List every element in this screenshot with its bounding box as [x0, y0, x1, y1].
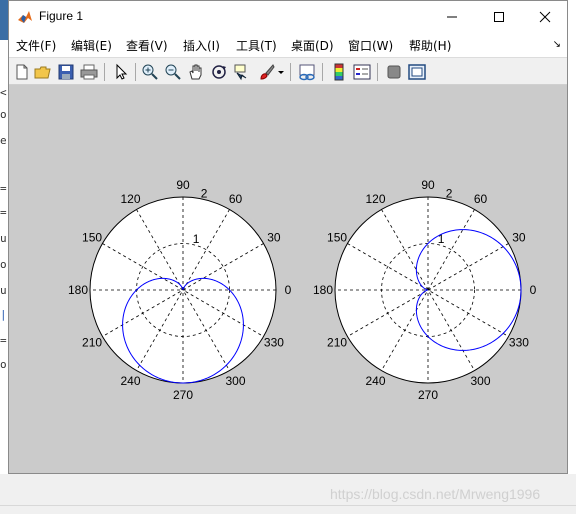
menu-bar: 文件(F) 编辑(E) 查看(V) 插入(I) 工具(T) 桌面(D) 窗口(W…	[9, 33, 567, 57]
bg-fragment: =	[0, 182, 7, 195]
bg-fragment: u	[0, 284, 7, 297]
menu-overflow-arrow-icon[interactable]: ↘	[553, 39, 561, 50]
radial-label: 2	[201, 186, 208, 200]
radial-label: 2	[446, 186, 453, 200]
figure-window: Figure 1 文件(F) 编辑(E) 查看(V) 插入(I) 工具(T) 桌…	[8, 0, 568, 474]
toolbar-separator	[135, 63, 136, 81]
angle-label: 60	[474, 192, 488, 206]
colorbar-icon[interactable]	[330, 63, 348, 81]
angle-label: 30	[512, 231, 526, 245]
angle-label: 270	[418, 388, 438, 402]
angle-label: 120	[365, 192, 385, 206]
angle-label: 180	[68, 283, 88, 297]
save-icon[interactable]	[57, 63, 75, 81]
watermark-text: https://blog.csdn.net/Mrweng1996	[330, 486, 541, 502]
show-plot-tools-icon[interactable]	[408, 63, 426, 81]
window-title: Figure 1	[39, 9, 84, 23]
zoom-in-icon[interactable]	[141, 63, 159, 81]
background-right-strip	[568, 0, 576, 514]
bg-fragment: o	[0, 358, 7, 371]
data-cursor-icon[interactable]	[233, 63, 251, 81]
rotate-3d-icon[interactable]	[210, 63, 228, 81]
maximize-icon	[494, 12, 504, 22]
title-bar[interactable]: Figure 1	[9, 1, 567, 33]
brush-dropdown-icon[interactable]	[277, 63, 285, 81]
menu-tools[interactable]: 工具(T)	[236, 37, 277, 54]
bg-fragment: o	[0, 258, 7, 271]
angle-label: 240	[365, 374, 385, 388]
polar-plot-right[interactable]: 030609012015018021024027030033012	[300, 85, 540, 405]
maximize-button[interactable]	[476, 1, 522, 33]
hide-plot-tools-icon[interactable]	[385, 63, 403, 81]
close-icon	[539, 11, 551, 23]
angle-label: 0	[530, 283, 537, 297]
angle-label: 150	[82, 231, 102, 245]
angle-label: 300	[470, 374, 490, 388]
bg-fragment: o	[0, 108, 7, 121]
pan-hand-icon[interactable]	[187, 63, 205, 81]
angle-label: 270	[173, 388, 193, 402]
angle-label: 240	[120, 374, 140, 388]
bg-fragment: =	[0, 206, 7, 219]
print-icon[interactable]	[80, 63, 98, 81]
minimize-button[interactable]	[429, 1, 475, 33]
background-blue-block	[0, 0, 8, 40]
menu-file[interactable]: 文件(F)	[16, 37, 56, 54]
bg-fragment: e	[0, 134, 7, 147]
figure-toolbar	[9, 57, 567, 85]
angle-label: 30	[267, 231, 281, 245]
legend-icon[interactable]	[353, 63, 371, 81]
matlab-logo-icon	[18, 11, 32, 23]
brush-icon[interactable]	[258, 63, 276, 81]
angle-label: 90	[421, 178, 435, 192]
toolbar-separator	[377, 63, 378, 81]
radial-label: 1	[193, 232, 200, 246]
new-figure-icon[interactable]	[13, 63, 31, 81]
bg-fragment: =	[0, 334, 7, 347]
open-file-icon[interactable]	[34, 63, 52, 81]
toolbar-separator	[290, 63, 291, 81]
angle-label: 330	[264, 336, 284, 350]
figure-canvas[interactable]: 0 30 60 90 120 150 180 210 240 270 300 330 1 2 0 30 60 9…	[9, 85, 567, 473]
minimize-icon	[447, 16, 457, 18]
angle-label: 330	[509, 336, 529, 350]
bg-fragment: |	[0, 308, 7, 321]
toolbar-separator	[322, 63, 323, 81]
menu-help[interactable]: 帮助(H)	[409, 37, 451, 54]
menu-view[interactable]: 查看(V)	[126, 37, 168, 54]
background-divider	[0, 505, 576, 506]
angle-label: 210	[82, 336, 102, 350]
angle-label: 210	[327, 336, 347, 350]
menu-window[interactable]: 窗口(W)	[348, 37, 393, 54]
angle-label: 180	[313, 283, 333, 297]
polar-plot-left[interactable]: 0 30 60 90 120 150 180 210 240 270 300 330 1 2	[55, 85, 295, 405]
edit-plot-arrow-icon[interactable]	[112, 63, 130, 81]
angle-label: 0	[285, 283, 292, 297]
background-editor-strip: < o e = = u o u | = o T	[0, 0, 8, 514]
menu-insert[interactable]: 插入(I)	[183, 37, 220, 54]
toolbar-separator	[104, 63, 105, 81]
menu-desktop[interactable]: 桌面(D)	[291, 37, 334, 54]
angle-label: 60	[229, 192, 243, 206]
zoom-out-icon[interactable]	[164, 63, 182, 81]
bg-fragment: u	[0, 232, 7, 245]
bg-fragment: <	[0, 86, 7, 99]
angle-label: 120	[120, 192, 140, 206]
angle-label: 300	[225, 374, 245, 388]
angle-label: 90	[176, 178, 190, 192]
close-button[interactable]	[522, 1, 568, 33]
angle-label: 150	[327, 231, 347, 245]
link-plot-icon[interactable]	[298, 63, 316, 81]
menu-edit[interactable]: 编辑(E)	[71, 37, 112, 54]
